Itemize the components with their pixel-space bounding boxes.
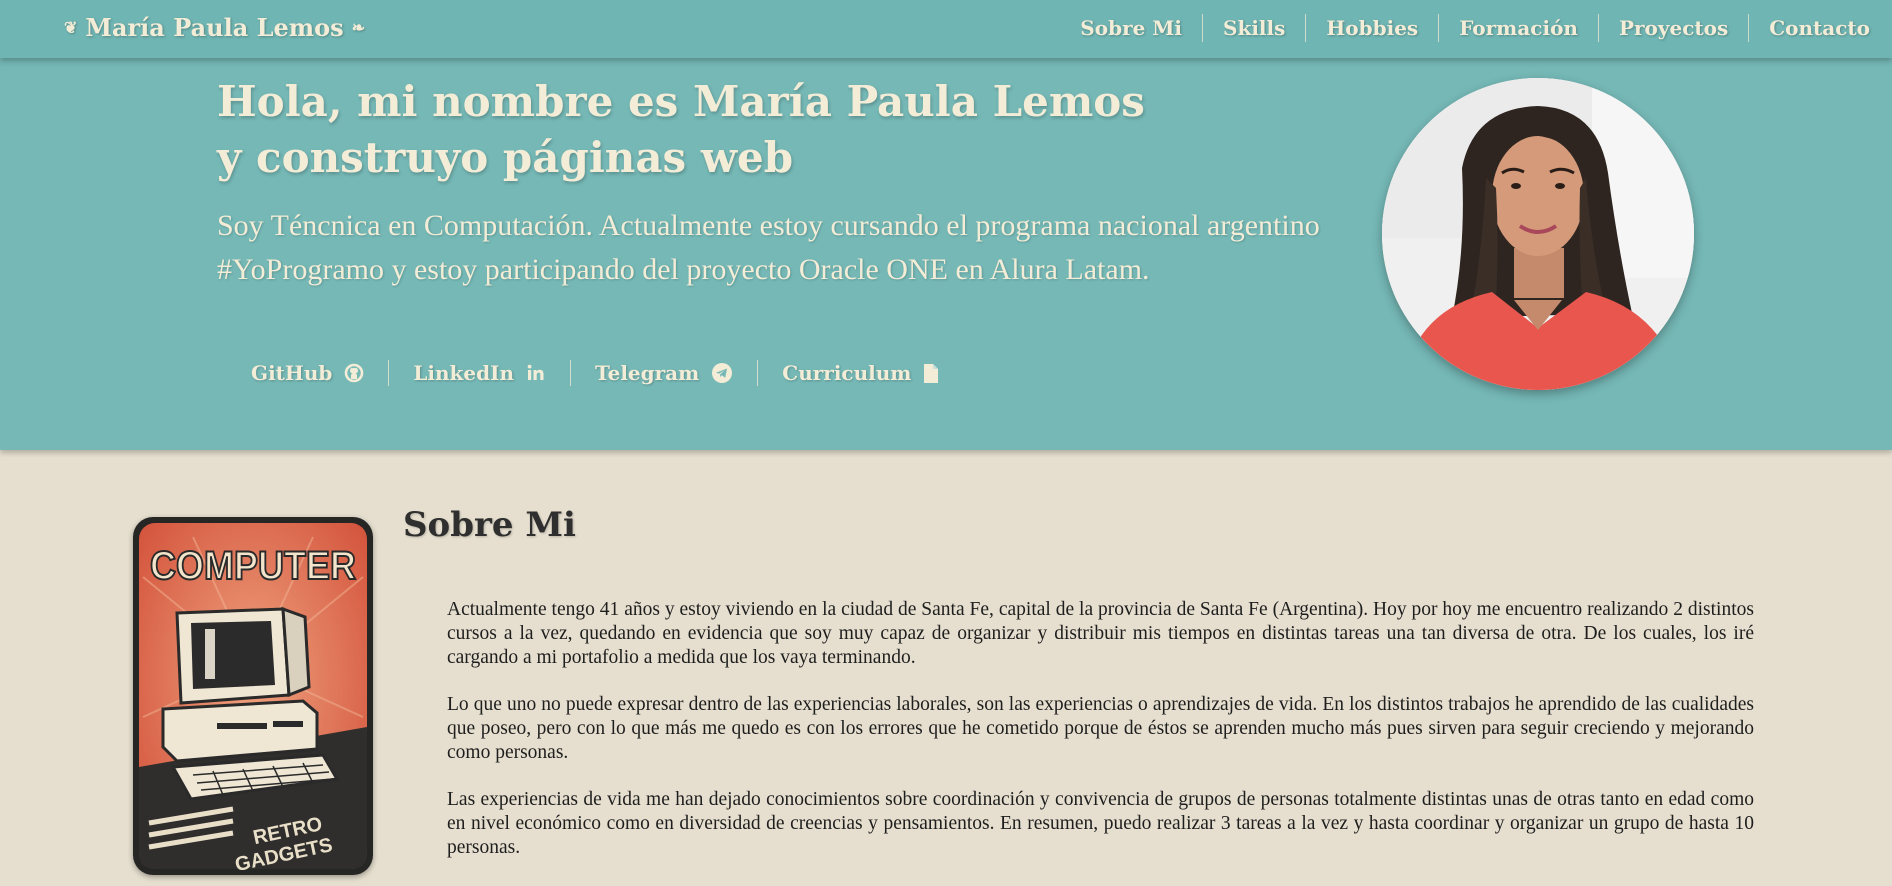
navbar: ❦ María Paula Lemos ❧ Sobre Mi Skills Ho… — [0, 0, 1892, 58]
hero-subtitle: Soy Téncnica en Computación. Actualmente… — [217, 209, 1320, 286]
nav-item-proyectos[interactable]: Proyectos — [1597, 14, 1748, 42]
github-link[interactable]: GitHub — [233, 360, 388, 386]
social-links: GitHub LinkedIn Telegram Curriculum — [233, 360, 963, 386]
curriculum-label: Curriculum — [782, 361, 912, 385]
nav-item-sobre-mi[interactable]: Sobre Mi — [1060, 14, 1202, 42]
github-label: GitHub — [251, 361, 333, 385]
ornament-right-icon: ❧ — [351, 18, 366, 37]
poster-title: COMPUTER — [150, 544, 356, 588]
nav-menu: Sobre Mi Skills Hobbies Formación Proyec… — [1060, 14, 1870, 42]
hero-section: Hola, mi nombre es María Paula Lemos y c… — [0, 58, 1892, 450]
github-icon — [345, 363, 364, 383]
telegram-link[interactable]: Telegram — [570, 360, 757, 386]
brand-name: María Paula Lemos — [85, 13, 344, 42]
telegram-icon — [712, 363, 733, 383]
about-text: Actualmente tengo 41 años y estoy vivien… — [447, 598, 1754, 883]
telegram-label: Telegram — [595, 361, 700, 385]
about-title: Sobre Mi — [403, 505, 576, 545]
nav-item-formacion[interactable]: Formación — [1438, 14, 1598, 42]
linkedin-link[interactable]: LinkedIn — [388, 360, 570, 386]
retro-computer-poster: COMPUTER RETRO GADGETS — [133, 517, 373, 875]
hero-title: Hola, mi nombre es María Paula Lemos y c… — [217, 77, 1145, 182]
file-icon — [924, 363, 939, 383]
linkedin-icon — [527, 364, 544, 380]
about-paragraph-2: Lo que uno no puede expresar dentro de l… — [447, 694, 1754, 763]
about-paragraph-3: Las experiencias de vida me han dejado c… — [447, 789, 1754, 858]
nav-item-hobbies[interactable]: Hobbies — [1305, 14, 1438, 42]
about-paragraph-1: Actualmente tengo 41 años y estoy vivien… — [447, 599, 1754, 668]
nav-item-skills[interactable]: Skills — [1202, 14, 1305, 42]
linkedin-label: LinkedIn — [413, 361, 515, 385]
ornament-left-icon: ❦ — [64, 18, 78, 37]
curriculum-link[interactable]: Curriculum — [757, 360, 963, 386]
nav-item-contacto[interactable]: Contacto — [1748, 14, 1870, 42]
brand[interactable]: ❦ María Paula Lemos ❧ — [64, 13, 365, 42]
profile-photo — [1382, 78, 1694, 390]
